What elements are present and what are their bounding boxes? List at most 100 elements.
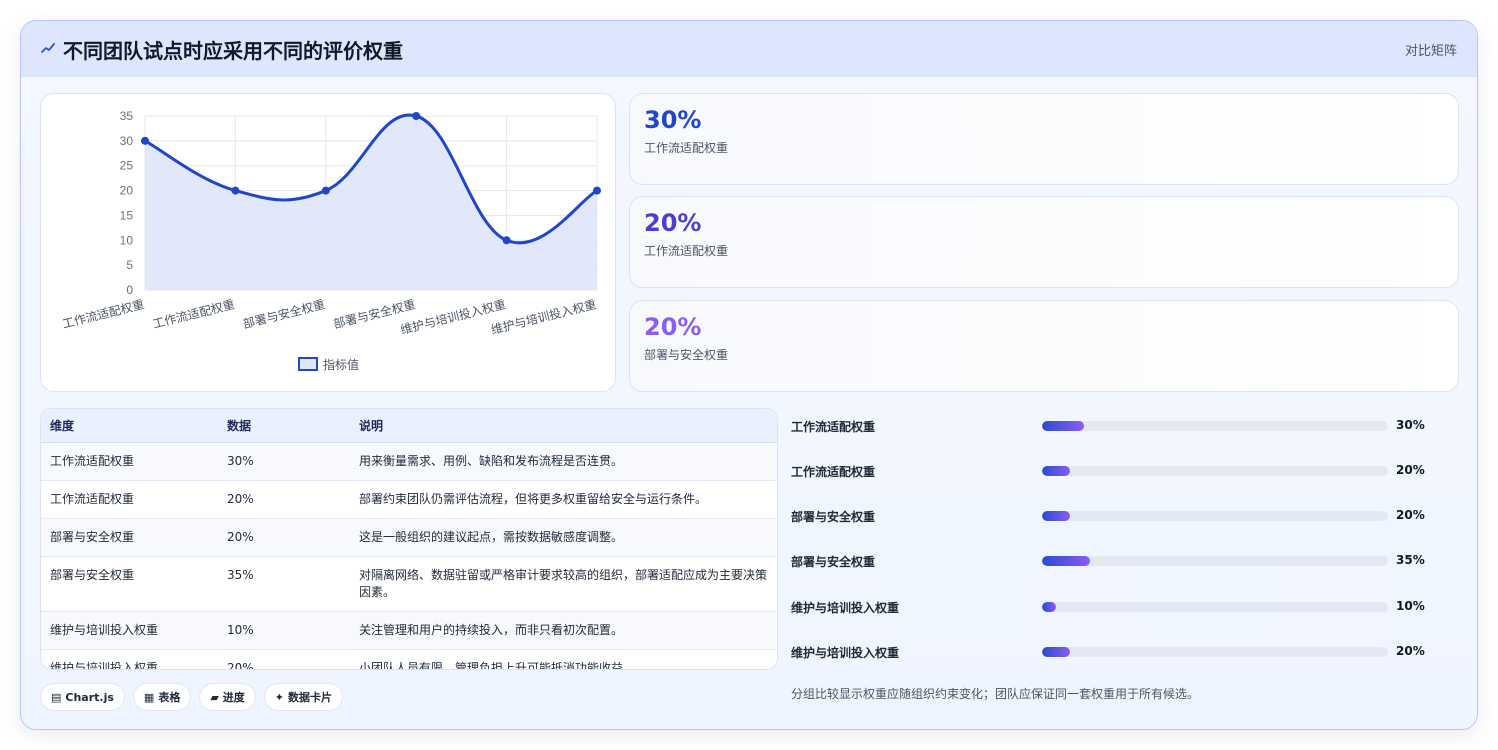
feature-tags: ▤ Chart.js ▦ 表格 ▰ 进度 ✦ 数据卡片 xyxy=(40,683,344,711)
table-cell: 工作流适配权重 xyxy=(41,480,218,519)
data-point xyxy=(502,236,511,245)
data-point xyxy=(593,186,601,195)
tag-table[interactable]: ▦ 表格 xyxy=(132,683,192,711)
progress-label: 工作流适配权重 xyxy=(791,465,876,479)
tag-label: 表格 xyxy=(158,691,181,704)
y-tick-label: 30 xyxy=(120,134,134,148)
footnote: 分组比较显示权重应随组织约束变化；团队应保证同一套权重用于所有候选。 xyxy=(791,687,1200,701)
chart-icon: ▤ xyxy=(51,690,62,704)
table-row: 维护与培训投入权重 20% 小团队人员有限，管理负担上升可能抵消功能收益。 xyxy=(41,649,777,670)
sparkle-icon: ✦ xyxy=(274,690,285,704)
matrix-badge: 对比矩阵 xyxy=(1404,44,1457,59)
progress-fill xyxy=(1042,647,1070,657)
progress-value: 10% xyxy=(1396,599,1425,613)
line-chart-panel: 0 5 10 15 20 25 30 35 工作流适配权重 工作流适配权重 部署与安全权重 部署与安全… xyxy=(40,93,616,392)
trend-line-icon xyxy=(41,43,55,53)
page-title: 不同团队试点时应采用不同的评价权重 xyxy=(63,39,403,63)
progress-row: 维护与培训投入权重 20% xyxy=(791,642,1431,662)
progress-fill xyxy=(1042,556,1091,566)
y-tick-label: 5 xyxy=(126,258,133,272)
y-tick-label: 0 xyxy=(126,283,133,297)
progress-label: 部署与安全权重 xyxy=(791,555,876,569)
progress-label: 部署与安全权重 xyxy=(791,510,876,524)
legend-label: 指标值 xyxy=(323,357,359,372)
stat-label: 工作流适配权重 xyxy=(644,141,729,155)
progress-track xyxy=(1042,511,1388,521)
y-tick-label: 20 xyxy=(120,184,134,198)
table-row: 维护与培训投入权重 10% 关注管理和用户的持续投入，而非只看初次配置。 xyxy=(41,611,777,650)
table-cell: 35% xyxy=(218,556,350,612)
x-tick-label: 工作流适配权重 xyxy=(151,297,236,331)
progress-fill xyxy=(1042,511,1070,521)
progress-value: 35% xyxy=(1396,553,1425,567)
progress-row: 部署与安全权重 20% xyxy=(791,506,1431,526)
card-header: 不同团队试点时应采用不同的评价权重 对比矩阵 xyxy=(21,21,1477,77)
data-point xyxy=(321,186,330,195)
data-point xyxy=(231,186,240,195)
progress-track xyxy=(1042,556,1388,566)
stat-value: 20% xyxy=(644,313,702,341)
tag-data-cards[interactable]: ✦ 数据卡片 xyxy=(263,683,344,711)
table-row: 部署与安全权重 35% 对隔离网络、数据驻留或严格审计要求较高的组织，部署适配应… xyxy=(41,556,777,612)
table-cell: 这是一般组织的建议起点，需按数据敏感度调整。 xyxy=(350,518,777,557)
progress-row: 部署与安全权重 35% xyxy=(791,551,1431,571)
table-cell: 20% xyxy=(227,660,254,670)
y-tick-label: 10 xyxy=(120,233,134,247)
progress-label: 工作流适配权重 xyxy=(791,420,876,434)
table-cell: 用来衡量需求、用例、缺陷和发布流程是否连贯。 xyxy=(350,442,777,481)
table-cell: 维护与培训投入权重 xyxy=(41,611,218,650)
stat-value: 20% xyxy=(644,209,702,237)
column-header: 数据 xyxy=(218,409,350,443)
stat-label: 部署与安全权重 xyxy=(644,348,729,362)
progress-fill xyxy=(1042,602,1056,612)
stat-label: 工作流适配权重 xyxy=(644,244,729,258)
progress-track xyxy=(1042,466,1388,476)
progress-row: 工作流适配权重 30% xyxy=(791,416,1431,436)
y-tick-label: 15 xyxy=(120,208,134,222)
progress-track xyxy=(1042,602,1388,612)
table-cell: 部署与安全权重 xyxy=(41,556,218,612)
data-table: 维度 数据 说明 工作流适配权重 30% 用来衡量需求、用例、缺陷和发布流程是否… xyxy=(41,409,777,670)
progress-track xyxy=(1042,647,1388,657)
table-cell: 30% xyxy=(218,442,350,481)
progress-row: 维护与培训投入权重 10% xyxy=(791,597,1431,617)
progress-fill xyxy=(1042,466,1070,476)
column-header: 维度 xyxy=(41,409,218,443)
x-tick-label: 维护与培训投入权重 xyxy=(489,296,597,337)
table-cell: 10% xyxy=(218,611,350,650)
table-row: 部署与安全权重 20% 这是一般组织的建议起点，需按数据敏感度调整。 xyxy=(41,518,777,557)
x-tick-label: 工作流适配权重 xyxy=(61,297,146,331)
stat-card: 20% 工作流适配权重 xyxy=(629,196,1459,288)
progress-icon: ▰ xyxy=(210,690,219,704)
progress-value: 20% xyxy=(1396,508,1425,522)
legend-swatch xyxy=(298,357,318,371)
tag-label: 进度 xyxy=(222,691,245,704)
progress-value: 30% xyxy=(1396,418,1425,432)
stat-card: 30% 工作流适配权重 xyxy=(629,93,1459,185)
tag-chartjs[interactable]: ▤ Chart.js xyxy=(40,683,125,711)
table-header-row: 维度 数据 说明 xyxy=(41,409,777,443)
comparison-card: 不同团队试点时应采用不同的评价权重 对比矩阵 0 5 10 15 20 25 30 35 工作流… xyxy=(20,20,1478,730)
progress-value: 20% xyxy=(1396,463,1425,477)
data-table-panel: 维度 数据 说明 工作流适配权重 30% 用来衡量需求、用例、缺陷和发布流程是否… xyxy=(40,408,778,670)
table-row: 工作流适配权重 30% 用来衡量需求、用例、缺陷和发布流程是否连贯。 xyxy=(41,442,777,481)
table-row: 工作流适配权重 20% 部署约束团队仍需评估流程，但将更多权重留给安全与运行条件… xyxy=(41,480,777,519)
progress-fill xyxy=(1042,421,1084,431)
table-cell: 部署约束团队仍需评估流程，但将更多权重留给安全与运行条件。 xyxy=(350,480,777,519)
stat-card: 20% 部署与安全权重 xyxy=(629,300,1459,392)
progress-value: 20% xyxy=(1396,644,1425,658)
table-cell: 20% xyxy=(218,518,350,557)
stat-value: 30% xyxy=(644,106,702,134)
table-cell: 小团队人员有限，管理负担上升可能抵消功能收益。 xyxy=(359,660,636,670)
tag-label: 数据卡片 xyxy=(288,691,333,704)
table-cell: 关注管理和用户的持续投入，而非只看初次配置。 xyxy=(350,611,777,650)
progress-row: 工作流适配权重 20% xyxy=(791,461,1431,481)
x-tick-label: 部署与安全权重 xyxy=(241,296,326,331)
tag-progress[interactable]: ▰ 进度 xyxy=(199,683,256,711)
table-cell: 维护与培训投入权重 xyxy=(50,660,159,670)
table-cell: 20% xyxy=(218,480,350,519)
table-cell: 部署与安全权重 xyxy=(41,518,218,557)
table-cell: 工作流适配权重 xyxy=(41,442,218,481)
data-point xyxy=(412,112,421,120)
data-point xyxy=(141,136,149,145)
